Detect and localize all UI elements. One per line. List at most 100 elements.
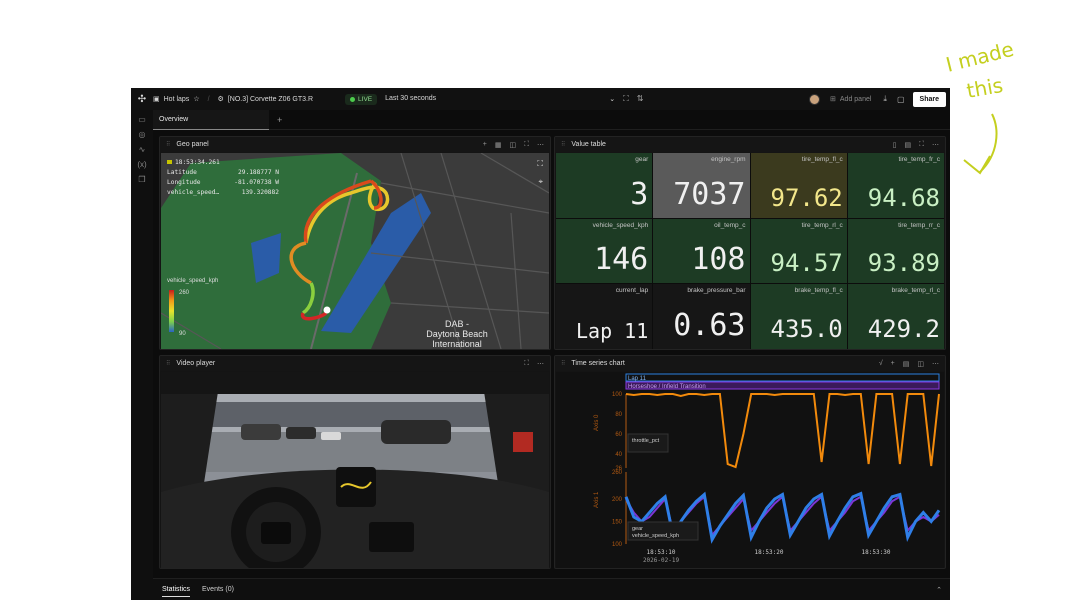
value-table-panel: ⠿ Value table ▯ ▤ ⛶ ⋯ gear 3 engine_rpm 703… bbox=[554, 136, 946, 350]
time-series-panel: ⠿ Time series chart √ + ▤ ◫ ⋯ Lap 11 Hors… bbox=[554, 355, 946, 569]
time-series-header: ⠿ Time series chart √ + ▤ ◫ ⋯ bbox=[555, 356, 945, 371]
add-icon[interactable]: + bbox=[891, 360, 895, 368]
live-label: LIVE bbox=[358, 95, 373, 103]
book-icon[interactable]: ▯ bbox=[893, 141, 897, 149]
table-icon[interactable]: ▤ bbox=[904, 141, 911, 149]
map-locate-icon[interactable]: ⌖ bbox=[538, 177, 543, 187]
signal-icon[interactable]: ∿ bbox=[139, 145, 146, 154]
video-player-header: ⠿ Video player ⛶ ⋯ bbox=[160, 356, 550, 371]
time-series-title: Time series chart bbox=[571, 360, 625, 367]
tab-bar: Overview + bbox=[153, 109, 950, 130]
x-tick-label: 18:53:20 bbox=[755, 549, 784, 556]
add-icon[interactable]: + bbox=[483, 141, 487, 149]
more-icon[interactable]: ⋯ bbox=[537, 141, 544, 149]
sync-icon[interactable]: ⇅ bbox=[637, 94, 644, 104]
variable-icon[interactable]: (x) bbox=[137, 160, 146, 169]
series-line-throttle_pct bbox=[625, 393, 940, 469]
function-icon[interactable]: √ bbox=[879, 360, 883, 368]
legend-max: 260 bbox=[179, 290, 190, 296]
add-tab-icon[interactable]: + bbox=[277, 115, 282, 125]
legend-gradient bbox=[169, 290, 174, 332]
download-icon[interactable]: ⤓ bbox=[883, 94, 887, 104]
fullscreen-icon[interactable]: ⛶ bbox=[919, 141, 924, 149]
segment-band-label: Horseshoe / Infield Transition bbox=[628, 384, 706, 390]
more-icon[interactable]: ⋯ bbox=[932, 141, 939, 149]
value-cell-current_lap: current_lap Lap 11 bbox=[556, 284, 653, 349]
share-button[interactable]: Share bbox=[912, 91, 946, 107]
layers-icon[interactable]: ❒ bbox=[138, 175, 145, 184]
drag-handle-icon[interactable]: ⠿ bbox=[561, 360, 565, 367]
star-icon[interactable]: ☆ bbox=[193, 95, 199, 103]
legend-min: 90 bbox=[179, 331, 186, 337]
y-tick-label: 100 bbox=[612, 392, 623, 398]
value-cell-brake_temp_fl_c: brake_temp_fl_c 435.0 bbox=[750, 284, 847, 349]
app-logo-icon[interactable]: ✣ bbox=[131, 88, 153, 110]
value-cell-value: 94.68 bbox=[867, 183, 940, 212]
map-fullscreen-icon[interactable]: ⛶ bbox=[537, 159, 543, 169]
value-grid: gear 3 engine_rpm 7037 tire_temp_fl_c 97.62 ti… bbox=[556, 153, 944, 349]
x-tick-label: 18:53:10 bbox=[647, 549, 676, 556]
value-cell-tire_temp_rl_c: tire_temp_rl_c 94.57 bbox=[750, 218, 847, 284]
lap-band-label: Lap 11 bbox=[628, 376, 647, 382]
drag-handle-icon[interactable]: ⠿ bbox=[166, 141, 170, 148]
left-sidebar: ▭ ◎ ∿ (x) ❒ bbox=[131, 110, 153, 600]
time-range-select[interactable]: Last 30 seconds ⌄ bbox=[385, 95, 615, 103]
chevron-up-icon[interactable]: ⌃ bbox=[936, 586, 942, 594]
workspace-name[interactable]: Hot laps bbox=[164, 96, 190, 103]
calendar-icon[interactable]: ▭ bbox=[138, 115, 146, 124]
geo-row-speed: vehicle_speed… 139.320882 bbox=[167, 188, 279, 196]
add-panel-icon: ⊞ bbox=[830, 96, 836, 103]
split-icon[interactable]: ◫ bbox=[509, 141, 516, 149]
more-icon[interactable]: ⋯ bbox=[537, 360, 544, 368]
tab-events[interactable]: Events (0) bbox=[202, 586, 234, 593]
legend-icon[interactable]: ▤ bbox=[903, 360, 910, 368]
add-panel-button[interactable]: ⊞ Add panel bbox=[830, 95, 871, 104]
comment-icon[interactable]: ▢ bbox=[897, 95, 905, 104]
value-cell-label: gear bbox=[635, 156, 649, 163]
value-cell-value: 7037 bbox=[673, 176, 746, 212]
value-cell-brake_temp_rl_c: brake_temp_rl_c 429.2 bbox=[847, 284, 944, 349]
value-cell-oil_temp_c: oil_temp_c 108 bbox=[653, 218, 750, 284]
value-cell-tire_temp_fl_c: tire_temp_fl_c 97.62 bbox=[750, 153, 847, 218]
live-dot-icon bbox=[350, 96, 356, 102]
geo-panel: ⠿ Geo panel + ▦ ◫ ⛶ ⋯ 18:53:34.261 Latit… bbox=[159, 136, 551, 350]
onboard-video-frame[interactable] bbox=[161, 372, 549, 568]
speed-legend: vehicle_speed_kph 260 90 bbox=[167, 278, 237, 344]
value-cell-label: brake_temp_fl_c bbox=[794, 287, 843, 295]
value-cell-label: engine_rpm bbox=[711, 156, 746, 163]
value-cell-value: 146 bbox=[594, 242, 649, 278]
value-cell-label: current_lap bbox=[615, 287, 649, 295]
y-tick-label: 80 bbox=[615, 412, 622, 418]
geo-map[interactable]: 18:53:34.261 Latitude 29.188777 N Longitu… bbox=[161, 153, 549, 349]
tab-statistics[interactable]: Statistics bbox=[162, 583, 191, 597]
more-icon[interactable]: ⋯ bbox=[932, 360, 939, 368]
geo-panel-title: Geo panel bbox=[176, 141, 209, 148]
top-bar: ✣ ▣ Hot laps ☆ / ⚙ [NO.3] Corvette Z06 G… bbox=[131, 88, 950, 110]
avatar[interactable] bbox=[809, 93, 821, 105]
y-tick-label: 40 bbox=[615, 452, 622, 458]
fullscreen-icon[interactable]: ⛶ bbox=[524, 141, 529, 149]
x-tick-label: 18:53:30 bbox=[862, 549, 891, 556]
time-series-chart[interactable]: Lap 11 Horseshoe / Infield Transition Axis… bbox=[556, 372, 944, 568]
chevron-down-icon: ⌄ bbox=[609, 96, 616, 103]
live-toggle[interactable]: LIVE bbox=[345, 93, 378, 105]
map-icon[interactable]: ▦ bbox=[495, 141, 502, 149]
tab-overview[interactable]: Overview bbox=[153, 109, 269, 130]
value-cell-value: 429.2 bbox=[867, 314, 940, 343]
value-cell-tire_temp_rr_c: tire_temp_rr_c 93.89 bbox=[847, 218, 944, 284]
value-cell-value: 435.0 bbox=[770, 314, 843, 343]
split-icon[interactable]: ◫ bbox=[917, 360, 924, 368]
annotation-line-1: I made bbox=[943, 37, 1016, 77]
value-cell-value: 97.62 bbox=[770, 183, 843, 212]
database-icon[interactable]: ◎ bbox=[139, 130, 146, 139]
value-cell-value: 3 bbox=[630, 176, 649, 212]
drag-handle-icon[interactable]: ⠿ bbox=[166, 360, 170, 367]
handwritten-annotation: I made this bbox=[940, 30, 1080, 190]
expand-icon[interactable]: ⛶ bbox=[623, 94, 629, 104]
geo-panel-header: ⠿ Geo panel + ▦ ◫ ⛶ ⋯ bbox=[160, 137, 550, 152]
legend-gear: gear bbox=[632, 526, 643, 532]
value-table-header: ⠿ Value table ▯ ▤ ⛶ ⋯ bbox=[555, 137, 945, 152]
fullscreen-icon[interactable]: ⛶ bbox=[524, 360, 529, 368]
drag-handle-icon[interactable]: ⠿ bbox=[561, 141, 565, 148]
vehicle-name[interactable]: [NO.3] Corvette Z06 GT3.R bbox=[228, 96, 313, 103]
